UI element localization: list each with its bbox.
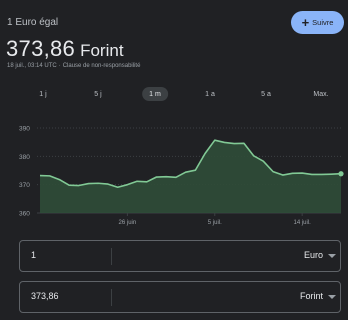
follow-label: Suivre [312,18,334,27]
y-tick-label: 360 [19,211,30,218]
from-currency-select[interactable]: Euro [304,250,336,260]
range-tab-3[interactable]: 1 a [198,87,222,101]
range-tab-1[interactable]: 5 j [87,87,108,101]
x-tick-label: 5 juil. [208,220,222,226]
meta-line: 18 juil., 03:14 UTC · Clause de non-resp… [7,63,140,69]
disclaimer-link[interactable]: Clause de non-responsabilité [63,63,141,69]
range-tab-4[interactable]: 5 a [254,87,278,101]
y-tick-label: 370 [19,182,30,189]
meta-separator: · [58,63,61,69]
to-amount-field[interactable]: 373,86 Forint [19,281,341,313]
field-divider [111,289,112,306]
from-amount-field[interactable]: 1 Euro [19,240,341,272]
range-tab-5[interactable]: Max. [306,87,335,101]
chevron-down-icon [328,254,336,258]
y-tick-label: 380 [19,154,30,161]
plus-icon: + [301,15,310,30]
rate-currency: Forint [80,41,124,60]
header-label: 1 Euro égal [7,17,59,28]
field-divider [111,248,112,265]
chevron-down-icon [328,295,336,299]
range-tabs: 1 j 5 j 1 m 1 a 5 a Max. [0,84,348,104]
to-currency-select[interactable]: Forint [300,291,336,301]
y-tick-label: 390 [19,126,30,133]
follow-button[interactable]: + Suivre [291,11,344,34]
from-amount-value[interactable]: 1 [31,250,36,260]
to-amount-value[interactable]: 373,86 [31,291,59,301]
rate-line: 373,86 Forint [6,36,124,62]
area-fill [40,140,341,213]
from-currency-label: Euro [303,250,323,260]
range-tab-0[interactable]: 1 j [32,87,53,101]
x-tick-label: 26 juin [119,220,137,226]
rate-value: 373,86 [6,36,76,61]
current-point [338,171,344,177]
timestamp: 18 juil., 03:14 UTC [7,63,57,69]
exchange-rate-chart: 390 380 370 360 26 juin 5 juil. 14 juil. [19,126,344,226]
to-currency-label: Forint [299,291,323,301]
x-tick-label: 14 juil. [293,220,311,226]
range-tab-2[interactable]: 1 m [142,87,168,101]
